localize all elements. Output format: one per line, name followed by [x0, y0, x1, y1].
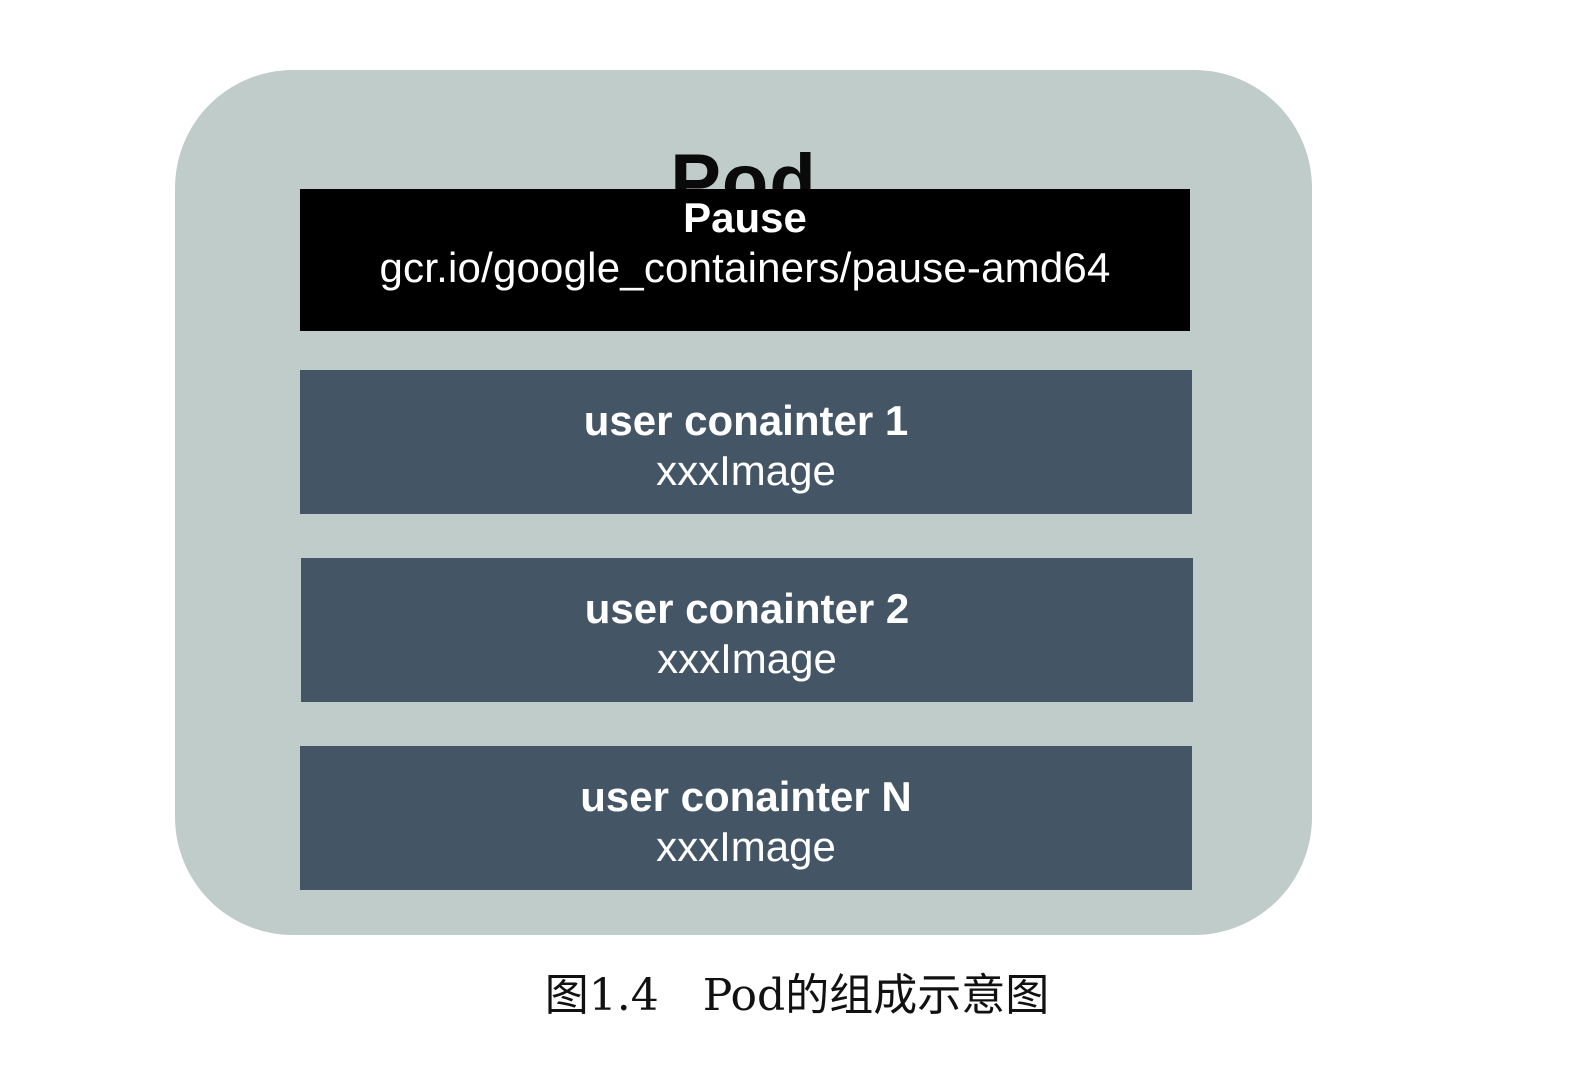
user-container-1-name: user conainter 1: [583, 397, 909, 444]
user-container-2-box: user conainter 2 xxxImage: [301, 558, 1193, 702]
user-container-n-name: user conainter N: [580, 773, 912, 820]
pause-container-image: gcr.io/google_containers/pause-amd64: [379, 244, 1111, 291]
user-container-1-box: user conainter 1 xxxImage: [300, 370, 1192, 514]
user-container-2-image: xxxImage: [657, 635, 837, 682]
user-container-n-image: xxxImage: [656, 823, 836, 870]
pause-container-name: Pause: [683, 194, 807, 241]
pause-container-box: Pause gcr.io/google_containers/pause-amd…: [300, 189, 1190, 331]
figure-caption: 图1.4 Pod的组成示意图: [544, 970, 1050, 1021]
user-container-2-name: user conainter 2: [584, 585, 910, 632]
user-container-1-image: xxxImage: [656, 447, 836, 494]
user-container-n-box: user conainter N xxxImage: [300, 746, 1192, 890]
